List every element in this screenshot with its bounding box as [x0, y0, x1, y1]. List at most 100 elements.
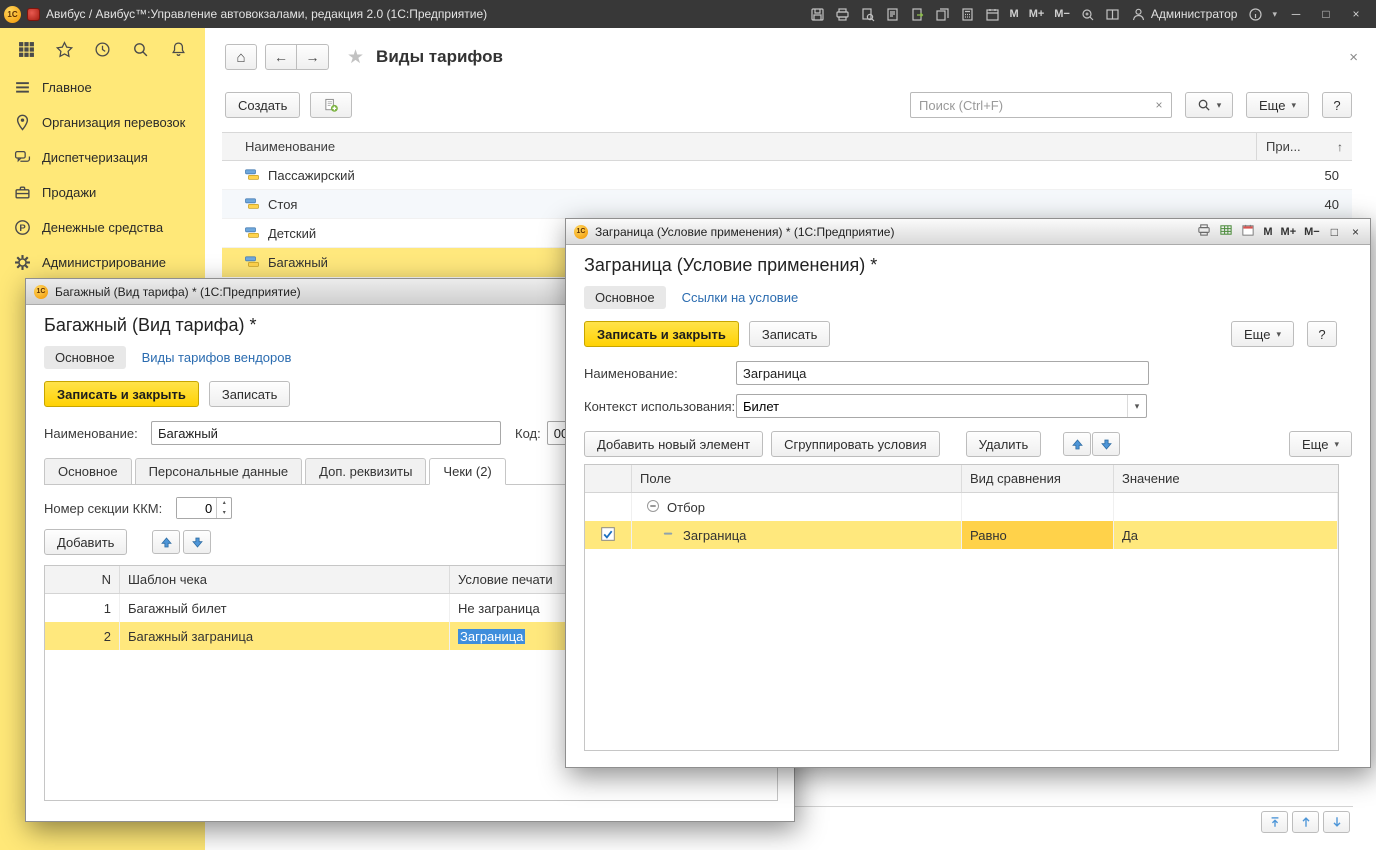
notifications-bell-icon[interactable]: [159, 34, 197, 64]
back-button[interactable]: ←: [265, 44, 297, 70]
delete-button[interactable]: Удалить: [966, 431, 1042, 457]
split-window-icon[interactable]: [1101, 3, 1124, 25]
arrow-up-button[interactable]: [1292, 811, 1319, 833]
close-form-icon[interactable]: ×: [1349, 50, 1358, 65]
column-header-template[interactable]: Шаблон чека: [120, 566, 450, 593]
create-group-button[interactable]: [310, 92, 352, 118]
sidebar-item-main[interactable]: Главное: [0, 70, 205, 105]
search-input[interactable]: [911, 98, 1147, 113]
collapse-minus-icon[interactable]: [646, 499, 660, 516]
tab-main[interactable]: Основное: [44, 458, 132, 485]
sidebar-item-transport-organization[interactable]: Организация перевозок: [0, 105, 205, 140]
add-check-button[interactable]: Добавить: [44, 529, 127, 555]
column-header-priority[interactable]: При... ↑: [1256, 133, 1352, 160]
more-button[interactable]: Еще ▾: [1231, 321, 1294, 347]
group-conditions-button[interactable]: Сгруппировать условия: [771, 431, 940, 457]
help-button[interactable]: ?: [1322, 92, 1352, 118]
spin-up-icon[interactable]: ▴: [217, 498, 231, 508]
save-and-close-button[interactable]: Записать и закрыть: [44, 381, 199, 407]
column-header-field[interactable]: Поле: [632, 465, 962, 492]
save-icon[interactable]: [806, 3, 829, 25]
search-button[interactable]: ▾: [1185, 92, 1233, 118]
nav-vendor-tariffs-link[interactable]: Виды тарифов вендоров: [142, 350, 292, 365]
name-input[interactable]: [151, 421, 501, 445]
nav-main-tab[interactable]: Основное: [44, 346, 126, 369]
save-button[interactable]: Записать: [209, 381, 291, 407]
history-icon[interactable]: [84, 34, 122, 64]
chevron-down-icon[interactable]: ▾: [1269, 9, 1280, 20]
column-header-name[interactable]: Наименование: [222, 133, 1256, 160]
table-row[interactable]: Стоя 40: [222, 190, 1352, 219]
table-icon[interactable]: [1219, 223, 1233, 240]
print-icon[interactable]: [1197, 223, 1211, 240]
documents-icon[interactable]: [931, 3, 954, 25]
search-icon[interactable]: [121, 34, 159, 64]
info-icon[interactable]: [1244, 3, 1267, 25]
help-button[interactable]: ?: [1307, 321, 1337, 347]
memory-subtract-button[interactable]: М−: [1304, 226, 1320, 238]
condition-checkbox-checked[interactable]: [601, 527, 615, 544]
more-button[interactable]: Еще ▾: [1246, 92, 1309, 118]
kkm-section-input[interactable]: [177, 498, 216, 518]
memory-add-button[interactable]: М+: [1281, 226, 1297, 238]
go-to-top-button[interactable]: [1261, 811, 1288, 833]
calendar-icon[interactable]: [1241, 223, 1255, 240]
save-and-close-button[interactable]: Записать и закрыть: [584, 321, 739, 347]
memory-subtract-button[interactable]: М−: [1050, 8, 1074, 20]
context-input[interactable]: [737, 399, 1127, 414]
sidebar-item-dispatching[interactable]: Диспетчеризация: [0, 140, 205, 175]
forward-button[interactable]: →: [297, 44, 329, 70]
toolbar-more-button[interactable]: Еще ▾: [1289, 431, 1352, 457]
app-title: Авибус / Авибус™:Управление автовокзалам…: [46, 7, 487, 21]
column-header-value[interactable]: Значение: [1114, 465, 1338, 492]
close-window-button[interactable]: ×: [1349, 225, 1362, 239]
memory-store-button[interactable]: М: [1263, 226, 1272, 238]
minimize-button[interactable]: ─: [1282, 3, 1310, 25]
create-button[interactable]: Создать: [225, 92, 300, 118]
move-up-button[interactable]: [1063, 432, 1091, 456]
export-icon[interactable]: [906, 3, 929, 25]
zoom-icon[interactable]: [1076, 3, 1099, 25]
favorite-star-icon[interactable]: ★: [347, 46, 364, 69]
nav-main-tab[interactable]: Основное: [584, 286, 666, 309]
favorites-star-icon[interactable]: [46, 34, 84, 64]
calendar-icon[interactable]: [981, 3, 1004, 25]
tab-checks[interactable]: Чеки (2): [429, 458, 505, 485]
table-row[interactable]: Пассажирский 50: [222, 161, 1352, 190]
column-header-comparison[interactable]: Вид сравнения: [962, 465, 1114, 492]
home-button[interactable]: ⌂: [225, 44, 257, 70]
move-down-button[interactable]: [1092, 432, 1120, 456]
menu-grid-icon[interactable]: [8, 34, 46, 64]
sidebar-item-money[interactable]: Р Денежные средства: [0, 210, 205, 245]
arrow-down-button[interactable]: [1323, 811, 1350, 833]
add-new-element-button[interactable]: Добавить новый элемент: [584, 431, 763, 457]
condition-window-titlebar[interactable]: 1С Заграница (Условие применения) * (1С:…: [566, 219, 1370, 245]
close-button[interactable]: ×: [1342, 3, 1370, 25]
spin-down-icon[interactable]: ▾: [217, 508, 231, 518]
tab-personal-data[interactable]: Персональные данные: [135, 458, 303, 485]
save-button[interactable]: Записать: [749, 321, 831, 347]
clear-search-icon[interactable]: ×: [1147, 98, 1171, 112]
move-up-button[interactable]: [152, 530, 180, 554]
maximize-window-button[interactable]: □: [1328, 225, 1341, 239]
print-icon[interactable]: [831, 3, 854, 25]
condition-row-selected[interactable]: Заграница Равно Да: [585, 521, 1338, 549]
condition-comparison-cell[interactable]: Равно: [962, 521, 1114, 549]
sidebar-item-sales[interactable]: Продажи: [0, 175, 205, 210]
name-input[interactable]: [736, 361, 1149, 385]
combo-dropdown-icon[interactable]: ▾: [1127, 395, 1146, 417]
find-in-document-icon[interactable]: [881, 3, 904, 25]
maximize-button[interactable]: □: [1312, 3, 1340, 25]
memory-add-button[interactable]: М+: [1025, 8, 1049, 20]
tab-additional-attributes[interactable]: Доп. реквизиты: [305, 458, 426, 485]
sidebar-item-administration[interactable]: Администрирование: [0, 245, 205, 280]
current-user[interactable]: Администратор: [1126, 7, 1243, 22]
move-down-button[interactable]: [183, 530, 211, 554]
memory-store-button[interactable]: М: [1006, 8, 1023, 20]
nav-condition-links[interactable]: Ссылки на условие: [682, 290, 799, 305]
calculator-icon[interactable]: [956, 3, 979, 25]
group-row[interactable]: Отбор: [585, 493, 1338, 521]
column-header-n[interactable]: N: [45, 566, 120, 593]
print-preview-icon[interactable]: [856, 3, 879, 25]
column-header-checkbox[interactable]: [585, 465, 632, 492]
